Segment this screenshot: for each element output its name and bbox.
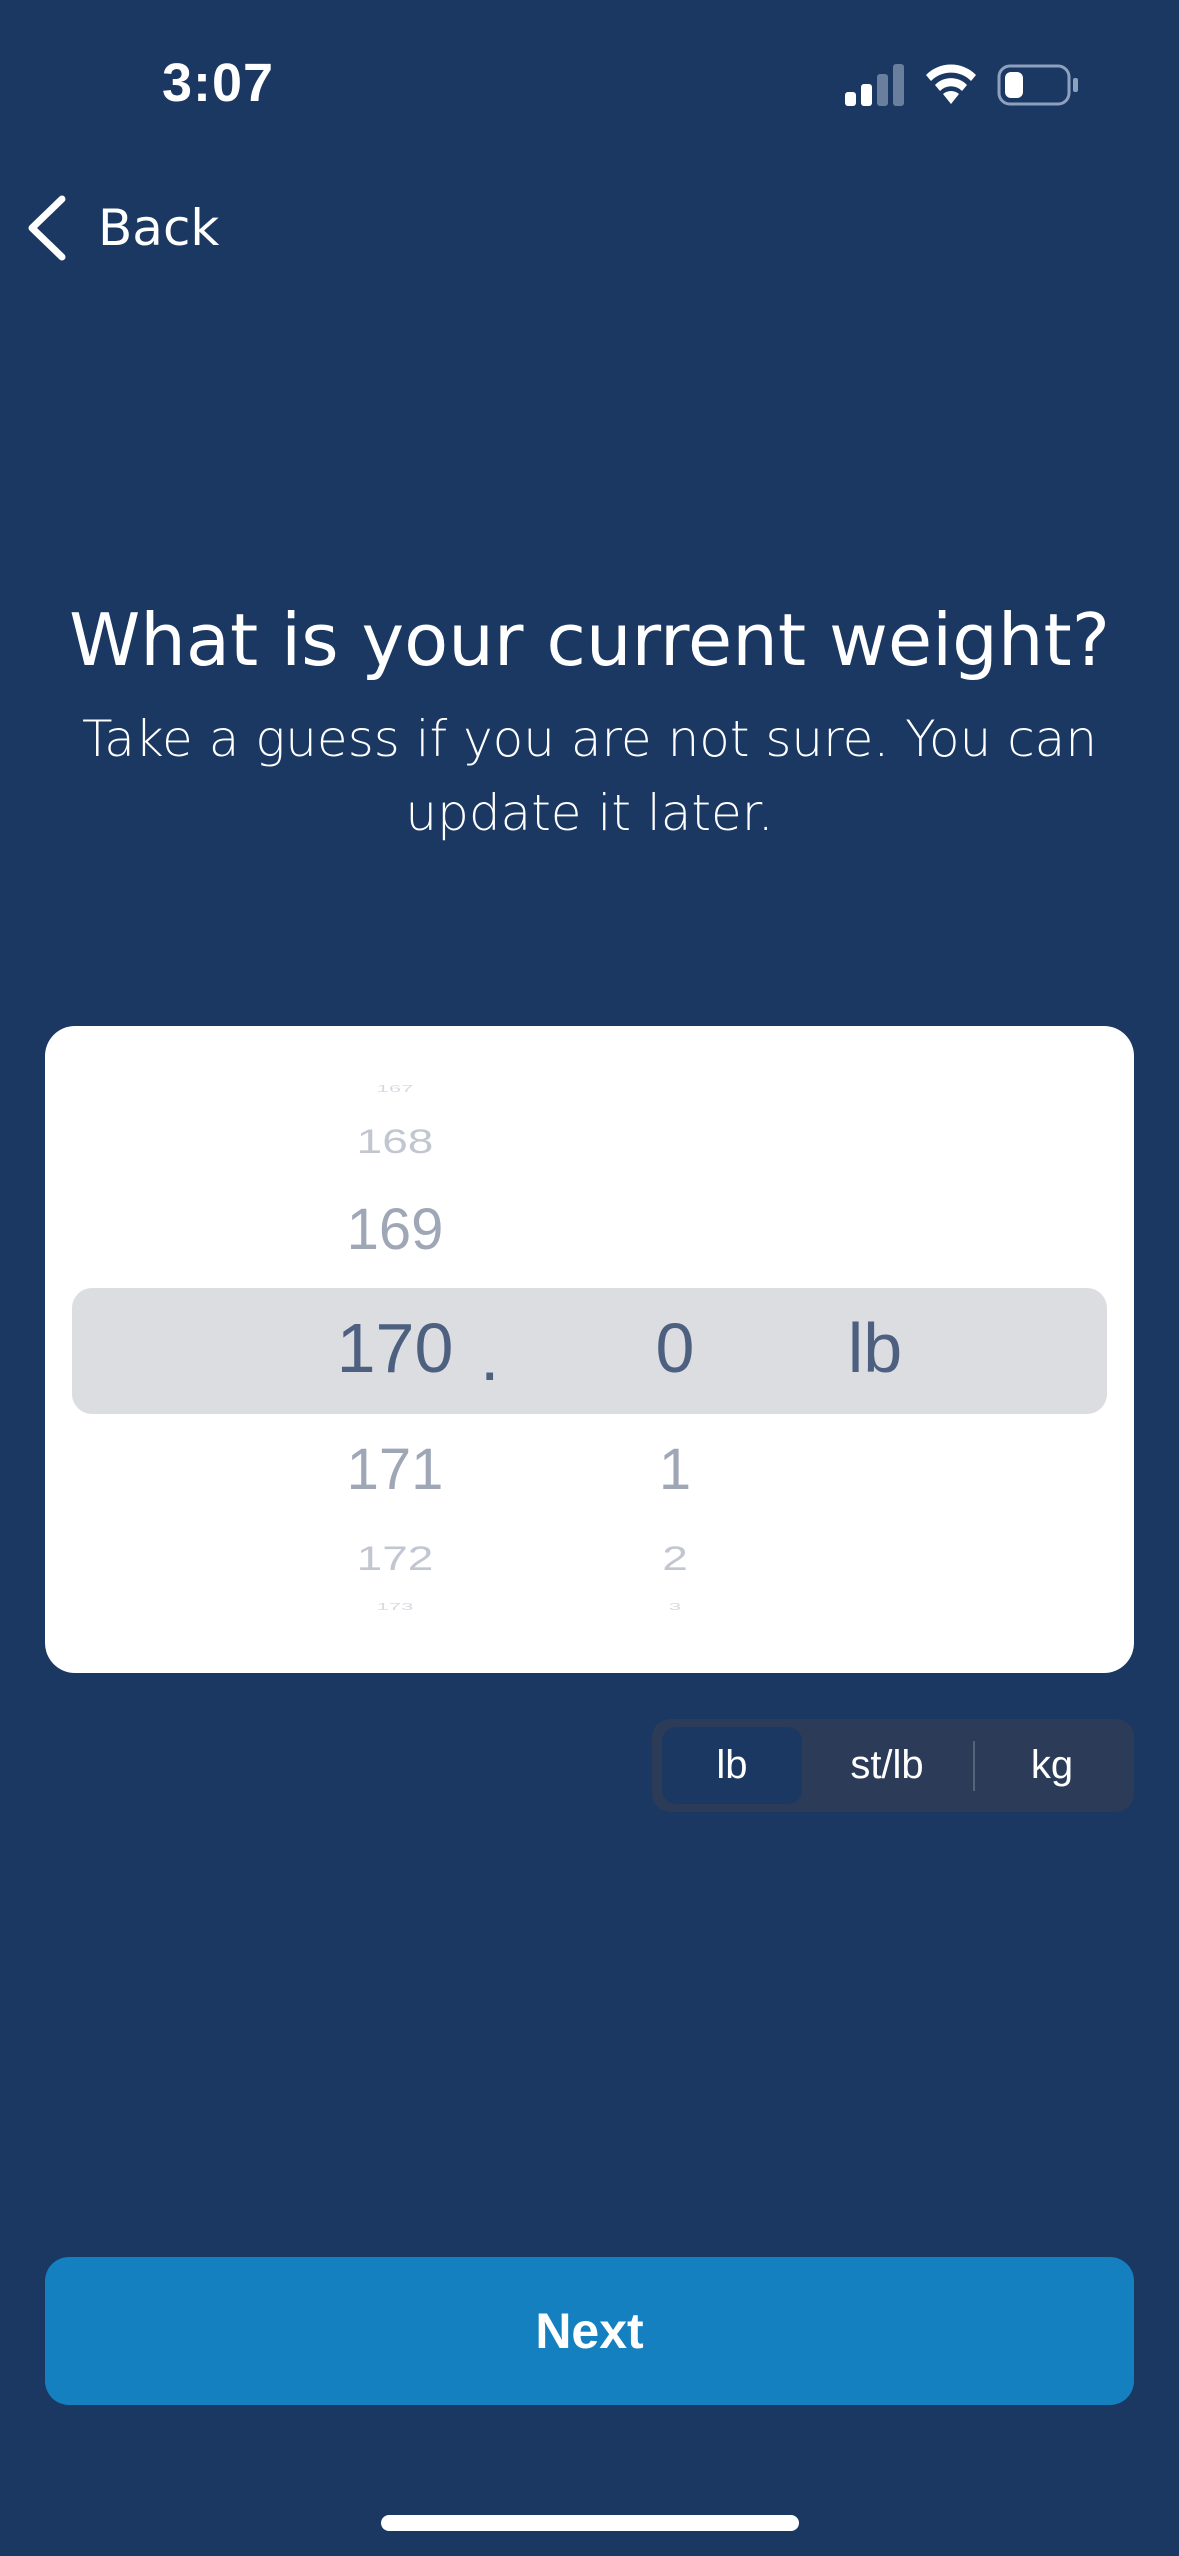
picker-integer-selected[interactable]: 170 xyxy=(245,1308,545,1388)
picker-integer-option[interactable]: 171 xyxy=(245,1436,545,1503)
page-title: What is your current weight? xyxy=(69,598,1110,682)
status-time: 3:07 xyxy=(162,53,275,113)
page-subtitle: Take a guess if you are not sure. You ca… xyxy=(81,710,1098,842)
battery-icon xyxy=(997,64,1078,106)
back-label: Back xyxy=(98,199,220,257)
segment-divider xyxy=(973,1741,975,1791)
unit-segmented-control: lb st/lb kg xyxy=(652,1719,1134,1812)
picker-integer-option[interactable]: 169 xyxy=(245,1196,545,1263)
back-button[interactable]: Back xyxy=(24,188,219,268)
wifi-icon xyxy=(926,64,976,104)
weight-picker[interactable]: 167 168 169 170 171 172 173 . 0 1 2 3 lb xyxy=(45,1026,1134,1673)
unit-option-kg[interactable]: kg xyxy=(977,1727,1127,1804)
picker-integer-option[interactable]: 168 xyxy=(245,1121,545,1162)
picker-decimal-separator: . xyxy=(480,1317,500,1395)
picker-decimal-option[interactable]: 3 xyxy=(565,1601,785,1613)
status-bar: 3:07 xyxy=(0,0,1179,170)
next-button[interactable]: Next xyxy=(45,2257,1134,2405)
picker-decimal-option[interactable]: 2 xyxy=(565,1538,785,1579)
signal-icon xyxy=(845,64,904,106)
picker-integer-option[interactable]: 173 xyxy=(245,1601,545,1613)
chevron-left-icon xyxy=(28,195,66,261)
picker-unit-label: lb xyxy=(847,1309,903,1387)
picker-decimal-option[interactable]: 1 xyxy=(565,1436,785,1503)
unit-option-st-lb[interactable]: st/lb xyxy=(802,1727,972,1804)
unit-option-lb[interactable]: lb xyxy=(662,1727,802,1804)
home-indicator xyxy=(381,2515,799,2531)
picker-integer-option[interactable]: 172 xyxy=(245,1538,545,1579)
picker-integer-option[interactable]: 167 xyxy=(245,1083,545,1095)
picker-decimal-selected[interactable]: 0 xyxy=(565,1308,785,1388)
